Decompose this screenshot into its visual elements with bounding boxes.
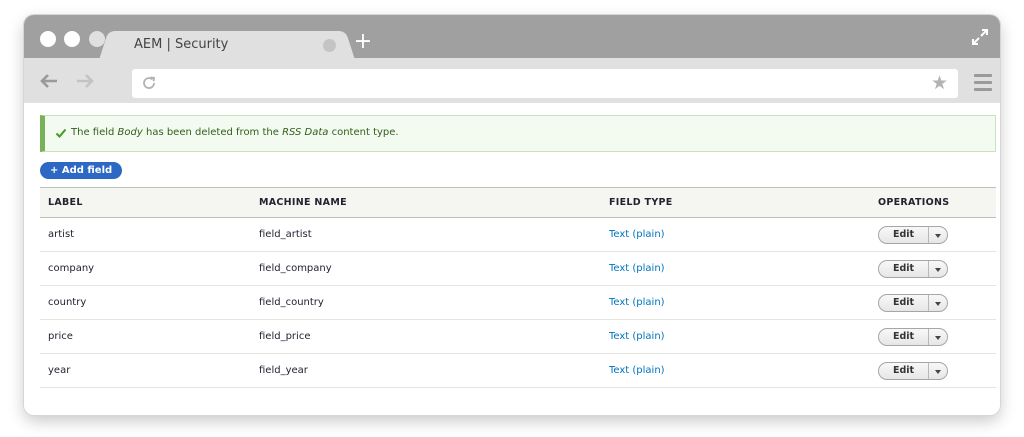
edit-button[interactable]: Edit — [879, 260, 929, 277]
tab-close-icon[interactable] — [323, 39, 336, 52]
field-machine-name: field_country — [251, 285, 601, 320]
menu-icon[interactable] — [974, 74, 992, 91]
field-machine-name: field_artist — [251, 217, 601, 252]
header-machine-name: MACHINE NAME — [251, 187, 601, 218]
page-content: The field Body has been deleted from the… — [24, 103, 1000, 415]
new-tab-button[interactable]: + — [352, 29, 374, 54]
dropdown-arrow-icon[interactable] — [929, 227, 947, 243]
edit-button[interactable]: Edit — [879, 328, 929, 345]
star-icon[interactable]: ★ — [931, 72, 948, 94]
back-icon[interactable] — [38, 70, 60, 92]
browser-toolbar: ★ — [24, 58, 1000, 103]
table-row: price field_price Text (plain) Edit — [40, 319, 996, 354]
title-bar: AEM | Security + — [24, 15, 1000, 58]
minimize-window-button[interactable] — [64, 31, 80, 47]
table-row: country field_country Text (plain) Edit — [40, 285, 996, 320]
table-row: artist field_artist Text (plain) Edit — [40, 217, 996, 252]
dropdown-arrow-icon[interactable] — [929, 295, 947, 311]
dropdown-arrow-icon[interactable] — [929, 329, 947, 345]
tab-title: AEM | Security — [134, 37, 229, 52]
field-label: country — [40, 285, 251, 320]
table-row: company field_company Text (plain) Edit — [40, 251, 996, 286]
fullscreen-icon[interactable] — [970, 27, 990, 47]
address-bar[interactable]: ★ — [132, 69, 958, 98]
forward-icon[interactable] — [74, 70, 96, 92]
field-label: price — [40, 319, 251, 354]
add-field-button[interactable]: + Add field — [40, 162, 123, 179]
field-type-link[interactable]: Text (plain) — [609, 229, 665, 240]
table-row: year field_year Text (plain) Edit — [40, 353, 996, 388]
checkmark-icon — [55, 127, 67, 139]
browser-tab[interactable]: AEM | Security — [112, 31, 342, 58]
fields-table: LABEL MACHINE NAME FIELD TYPE OPERATIONS… — [40, 187, 996, 388]
field-machine-name: field_company — [251, 251, 601, 286]
operations-dropbutton: Edit — [878, 327, 948, 346]
field-machine-name: field_year — [251, 353, 601, 388]
field-type-link[interactable]: Text (plain) — [609, 297, 665, 308]
deleted-field-name: Body — [117, 127, 143, 138]
field-machine-name: field_price — [251, 319, 601, 354]
edit-button[interactable]: Edit — [879, 294, 929, 311]
field-label: artist — [40, 217, 251, 252]
field-label: company — [40, 251, 251, 286]
operations-dropbutton: Edit — [878, 361, 948, 380]
content-type-name: RSS Data — [282, 127, 329, 138]
close-window-button[interactable] — [40, 31, 56, 47]
field-type-link[interactable]: Text (plain) — [609, 331, 665, 342]
dropdown-arrow-icon[interactable] — [929, 261, 947, 277]
field-type-link[interactable]: Text (plain) — [609, 263, 665, 274]
status-text: The field Body has been deleted from the… — [71, 127, 399, 138]
plus-icon: + — [353, 29, 373, 54]
header-label: LABEL — [40, 187, 251, 218]
header-field-type: FIELD TYPE — [601, 187, 870, 218]
dropdown-arrow-icon[interactable] — [929, 363, 947, 379]
header-operations: OPERATIONS — [870, 187, 996, 218]
reload-icon[interactable] — [141, 75, 157, 91]
operations-dropbutton: Edit — [878, 293, 948, 312]
status-message: The field Body has been deleted from the… — [40, 115, 996, 152]
field-type-link[interactable]: Text (plain) — [609, 365, 665, 376]
edit-button[interactable]: Edit — [879, 362, 929, 379]
browser-window: AEM | Security + ★ The field Body has be… — [24, 15, 1000, 415]
table-header-row: LABEL MACHINE NAME FIELD TYPE OPERATIONS — [40, 187, 996, 218]
edit-button[interactable]: Edit — [879, 226, 929, 243]
operations-dropbutton: Edit — [878, 225, 948, 244]
field-label: year — [40, 353, 251, 388]
zoom-window-button[interactable] — [89, 31, 105, 47]
operations-dropbutton: Edit — [878, 259, 948, 278]
